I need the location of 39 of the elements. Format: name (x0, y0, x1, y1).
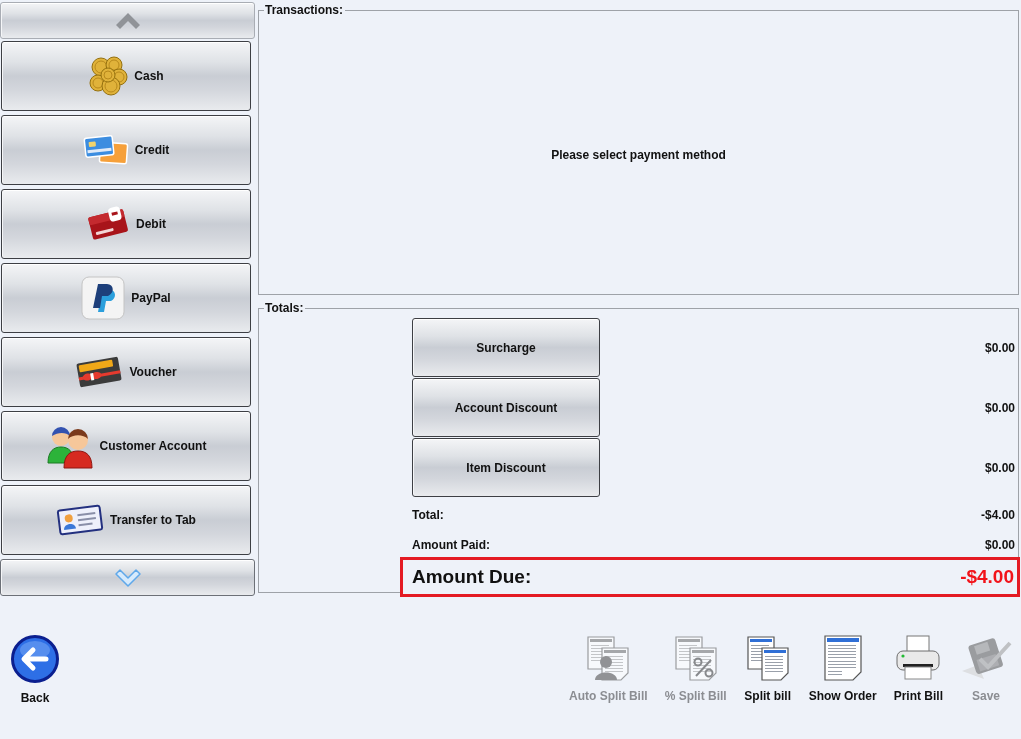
amount-value: $0.00 (984, 400, 1015, 415)
payment-card-icon (86, 205, 130, 243)
payment-method-button[interactable]: Cash (1, 41, 251, 111)
documents-percent-icon (673, 635, 718, 681)
panel-title: Totals: (264, 301, 305, 315)
printer-icon (894, 635, 943, 681)
status-message: Please select payment method (551, 148, 726, 162)
amount-due-value: -$4.00 (960, 566, 1014, 588)
payment-method-button[interactable]: Credit (1, 115, 251, 185)
payment-method-button[interactable]: Transfer to Tab (1, 485, 251, 555)
back-button[interactable]: Back (11, 635, 59, 705)
toolbar-button[interactable]: Split bill (743, 635, 792, 703)
documents-person-icon (586, 635, 631, 681)
amount-value: $0.00 (984, 340, 1015, 355)
chevron-down-icon (114, 568, 141, 587)
panel-title: Transactions: (264, 3, 345, 17)
total-label: Total: (412, 508, 444, 522)
adjustment-button[interactable]: Surcharge (412, 318, 600, 377)
payment-method-button[interactable]: Customer Account (1, 411, 251, 481)
amount-value: $0.00 (984, 538, 1015, 552)
payment-method-button[interactable]: Voucher (1, 337, 251, 407)
amount-value: $0.00 (984, 460, 1015, 475)
payment-method-button[interactable]: Debit (1, 189, 251, 259)
amount-value: -$4.00 (980, 508, 1015, 522)
payment-method-button[interactable]: PayPal (1, 263, 251, 333)
floppy-disk-check-icon (960, 635, 1012, 681)
chevron-up-icon (114, 11, 141, 30)
adjustment-button[interactable]: Account Discount (412, 378, 600, 437)
coins-icon (88, 56, 129, 96)
adjustment-button[interactable]: Item Discount (412, 438, 600, 497)
total-label: Amount Paid: (412, 538, 490, 552)
toolbar-button[interactable]: Print Bill (893, 635, 943, 703)
document-icon (822, 635, 863, 681)
scroll-down-button[interactable] (0, 559, 255, 596)
toolbar-button[interactable]: Show Order (808, 635, 877, 703)
cards-icon (82, 134, 129, 166)
logo-icon (81, 276, 126, 320)
amount-due-label: Amount Due: (412, 566, 532, 588)
documents-icon (745, 635, 790, 681)
